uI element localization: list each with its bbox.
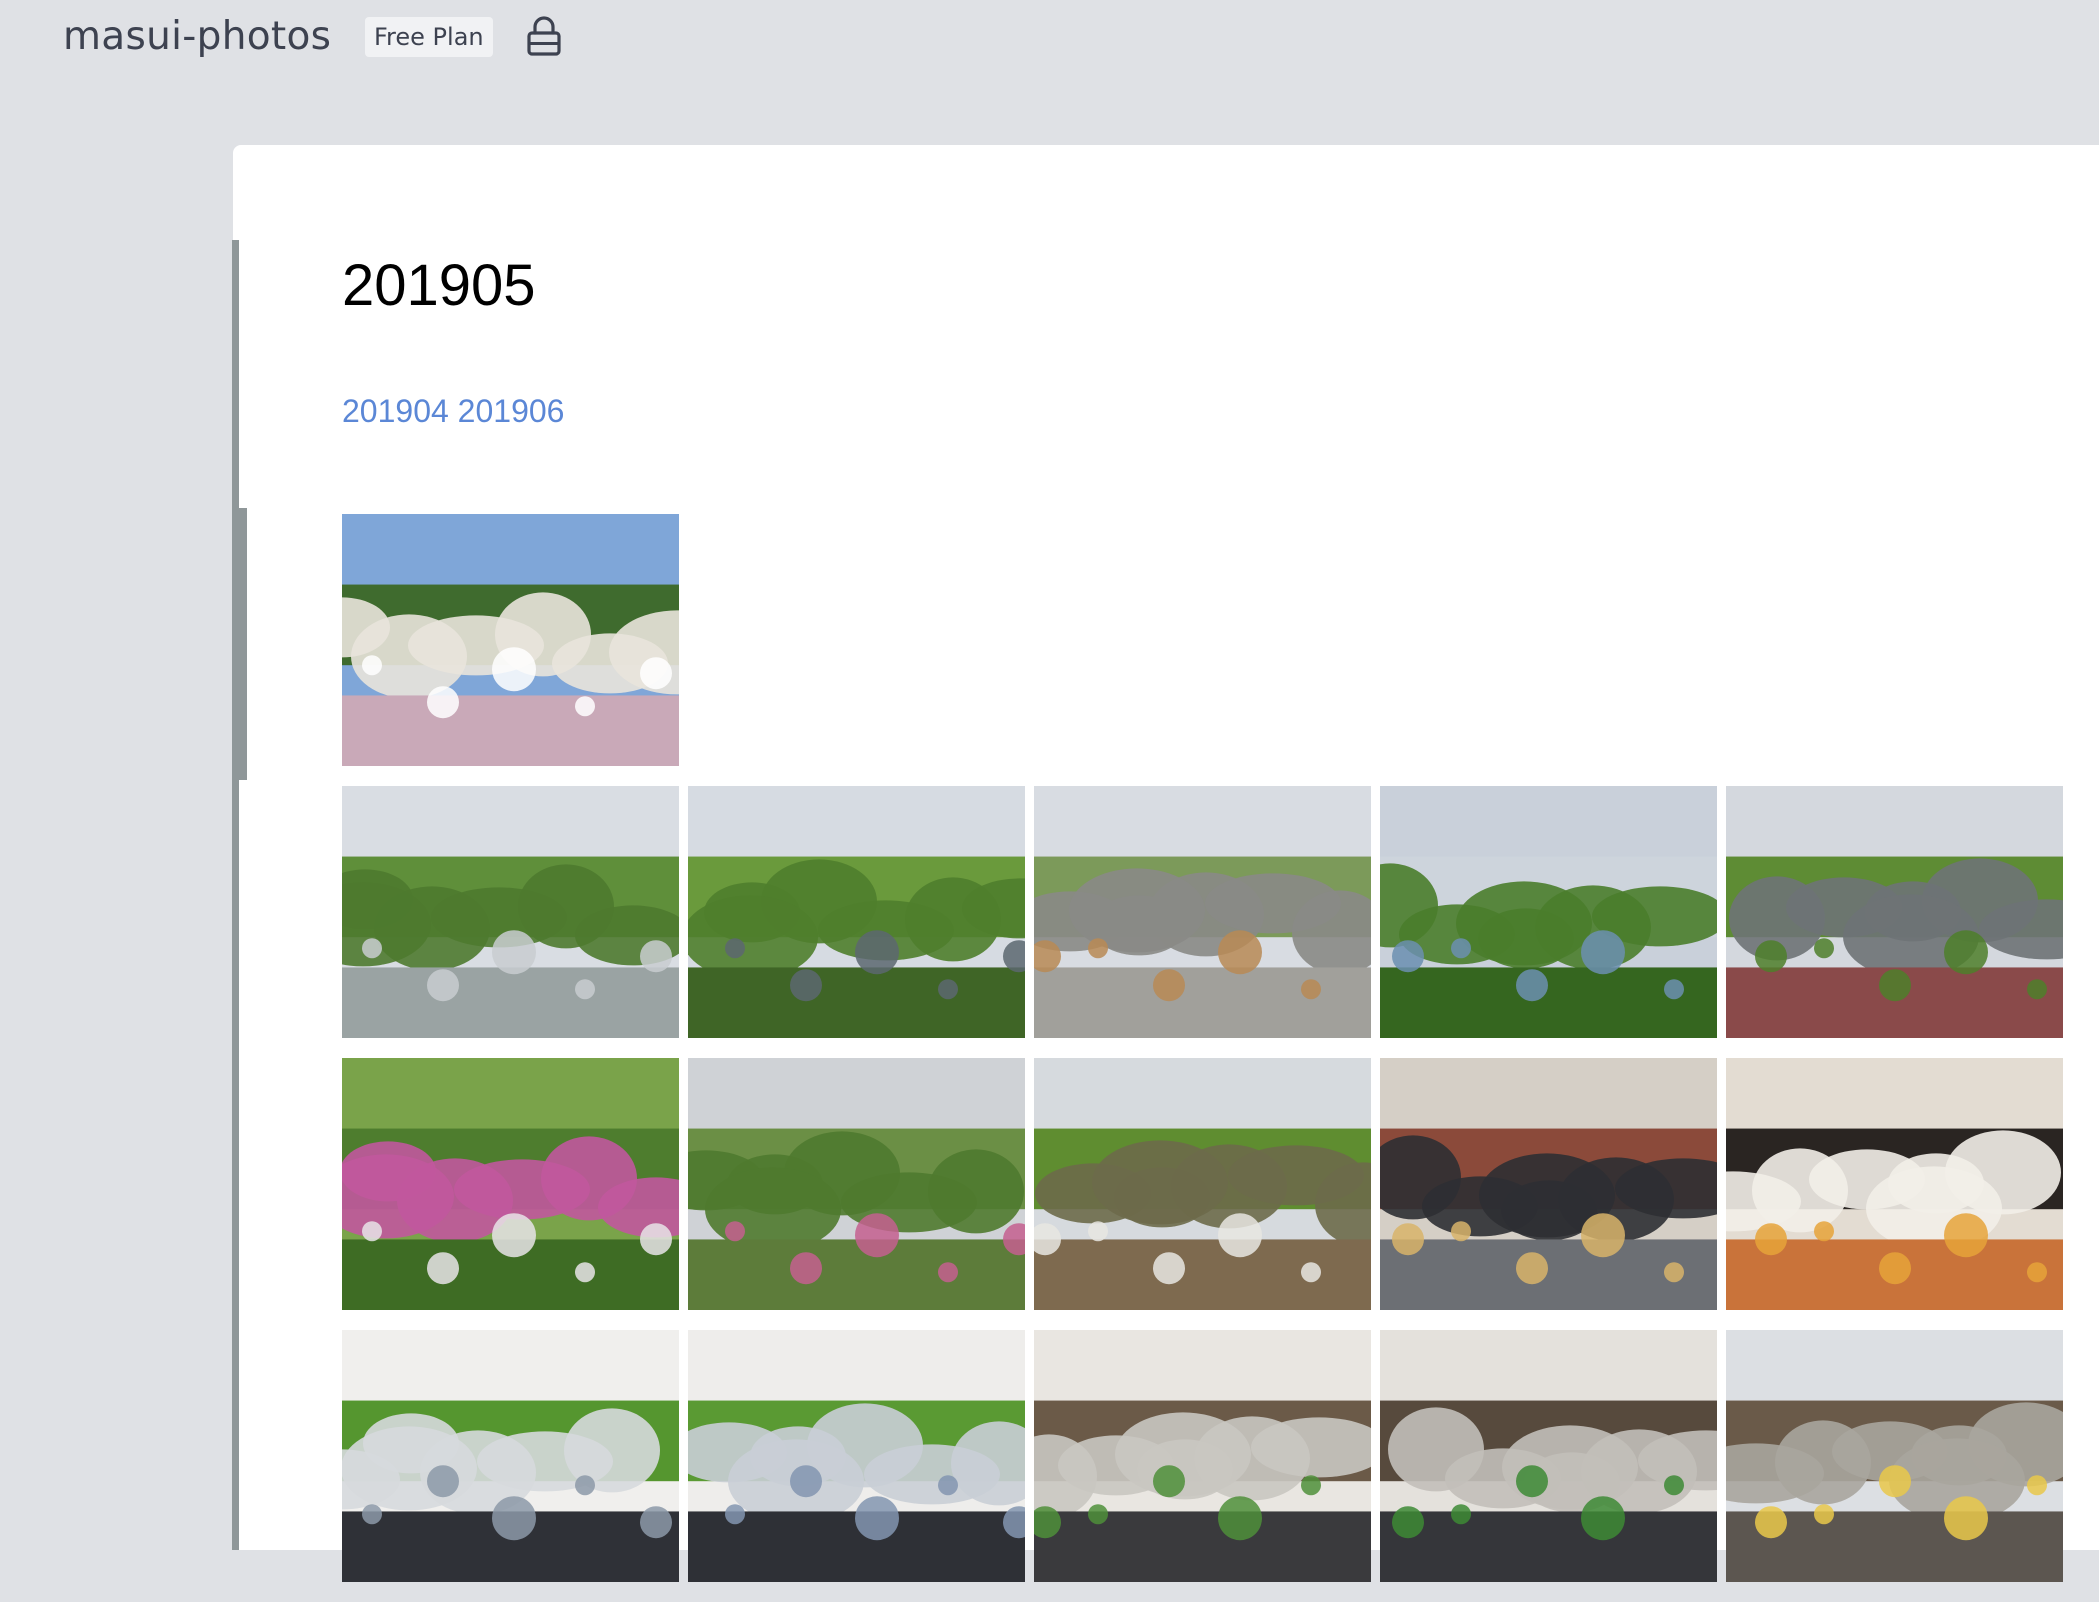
- app-header: masui-photos Free Plan: [0, 0, 2099, 80]
- photo-thumbnail-station-crowd[interactable]: [1034, 1330, 1371, 1582]
- photo-thumbnail-azaleas[interactable]: [342, 1058, 679, 1310]
- photo-image: [342, 514, 679, 766]
- photo-thumbnail-station-crowd-2[interactable]: [1380, 1330, 1717, 1582]
- page-title: 201905: [342, 253, 536, 318]
- page-scroll-indicator[interactable]: [232, 508, 247, 780]
- photo-thumbnail-picnic-terrace[interactable]: [1034, 786, 1371, 1038]
- photo-thumbnail-path-trees[interactable]: [1726, 786, 2063, 1038]
- photo-image: [1380, 1058, 1717, 1310]
- photo-thumbnail-tree-railing[interactable]: [342, 786, 679, 1038]
- photo-thumbnail-forest-building[interactable]: [688, 786, 1025, 1038]
- link-next-month[interactable]: 201906: [458, 393, 565, 429]
- photo-thumbnail-train-platform[interactable]: [1726, 1330, 2063, 1582]
- link-previous-month[interactable]: 201904: [342, 393, 449, 429]
- photo-thumbnail-crowd-plaza-2[interactable]: [688, 1330, 1025, 1582]
- photo-thumbnail-forest-view[interactable]: [1380, 786, 1717, 1038]
- photo-image: [688, 786, 1025, 1038]
- photo-image: [342, 1058, 679, 1310]
- gallery-row: [342, 1330, 2067, 1582]
- photo-thumbnail-valley-forest[interactable]: [688, 1058, 1025, 1310]
- photo-thumbnail-crowd-plaza[interactable]: [342, 1330, 679, 1582]
- photo-image: [1380, 786, 1717, 1038]
- gallery-row: [342, 1058, 2067, 1310]
- photo-image: [688, 1058, 1025, 1310]
- photo-image: [1034, 1058, 1371, 1310]
- photo-image: [1034, 786, 1371, 1038]
- photo-gallery: [342, 514, 2067, 1602]
- page-edge-bar: [232, 240, 239, 1550]
- photo-image: [1034, 1330, 1371, 1582]
- lock-icon[interactable]: [524, 15, 564, 57]
- gallery-row: [342, 514, 2067, 766]
- photo-image: [1726, 786, 2063, 1038]
- photo-thumbnail-white-roses[interactable]: [342, 514, 679, 766]
- photo-image: [1726, 1058, 2063, 1310]
- photo-image: [1726, 1330, 2063, 1582]
- page-links: 201904 201906: [342, 390, 564, 432]
- photo-thumbnail-ramen-bowl[interactable]: [1726, 1058, 2063, 1310]
- photo-image: [342, 786, 679, 1038]
- photo-image: [342, 1330, 679, 1582]
- photo-image: [688, 1330, 1025, 1582]
- photo-thumbnail-hillside-sign[interactable]: [1034, 1058, 1371, 1310]
- photo-image: [1380, 1330, 1717, 1582]
- plan-badge[interactable]: Free Plan: [365, 17, 493, 57]
- gallery-row: [342, 786, 2067, 1038]
- photo-thumbnail-shop-entrance[interactable]: [1380, 1058, 1717, 1310]
- project-name[interactable]: masui-photos: [63, 10, 331, 64]
